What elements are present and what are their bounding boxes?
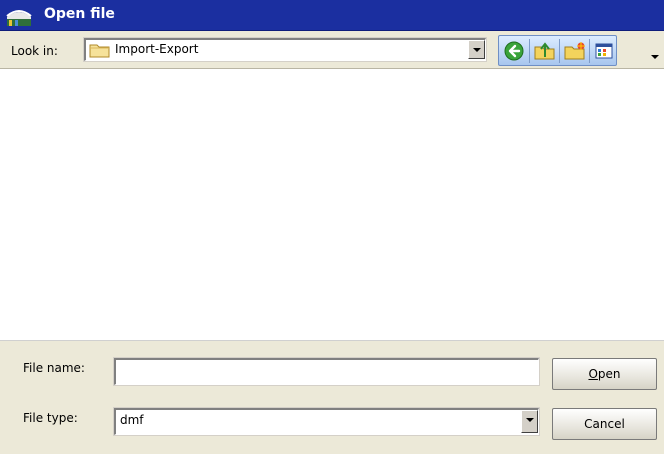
- cancel-button[interactable]: Cancel: [552, 408, 657, 440]
- toolbar: Look in: Import-Export: [0, 31, 664, 69]
- grid-view-icon: [595, 43, 613, 59]
- open-button-mnemonic: O: [588, 367, 598, 381]
- toolbar-button-group: [498, 35, 617, 66]
- bottom-panel: File name: File type: dmf Open Cancel: [0, 341, 664, 454]
- new-folder-button[interactable]: [561, 38, 588, 64]
- view-menu-icon[interactable]: [651, 49, 659, 59]
- look-in-label: Look in:: [11, 44, 58, 58]
- open-file-dialog: Open file Look in: Import-Export File na…: [0, 0, 664, 454]
- app-icon: [6, 5, 32, 26]
- open-button-label: pen: [597, 367, 621, 381]
- back-button[interactable]: [501, 38, 528, 64]
- details-view-button[interactable]: [591, 38, 618, 64]
- file-type-value: dmf: [120, 413, 144, 427]
- file-type-label: File type:: [23, 411, 78, 425]
- file-type-dropdown[interactable]: dmf: [113, 407, 540, 436]
- toolbar-separator: [559, 39, 560, 63]
- file-name-label: File name:: [23, 361, 85, 375]
- toolbar-separator: [589, 39, 590, 63]
- up-folder-icon: [534, 42, 555, 60]
- up-folder-button[interactable]: [531, 38, 558, 64]
- look-in-dropdown[interactable]: Import-Export: [83, 37, 487, 62]
- chevron-down-icon[interactable]: [468, 40, 485, 59]
- folder-icon: [89, 42, 111, 58]
- window-title: Open file: [44, 6, 115, 22]
- look-in-value: Import-Export: [115, 42, 199, 56]
- file-list[interactable]: [0, 70, 664, 341]
- open-button[interactable]: Open: [552, 358, 657, 390]
- new-folder-icon: [564, 42, 585, 60]
- back-icon: [504, 41, 524, 61]
- chevron-down-icon[interactable]: [521, 410, 538, 433]
- file-name-input[interactable]: [113, 357, 540, 386]
- toolbar-separator: [529, 39, 530, 63]
- title-bar[interactable]: Open file: [0, 0, 664, 31]
